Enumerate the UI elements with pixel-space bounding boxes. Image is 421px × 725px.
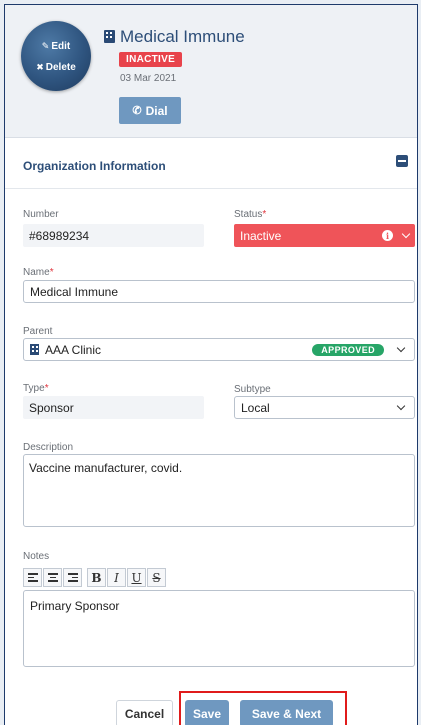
phone-icon: ✆ xyxy=(132,105,142,117)
avatar-edit-button[interactable]: ✎ Edit xyxy=(21,41,91,52)
pencil-icon: ✎ xyxy=(41,41,50,51)
required-marker: * xyxy=(44,383,49,394)
parent-select[interactable]: AAA Clinic APPROVED xyxy=(23,338,415,361)
parent-label: Parent xyxy=(23,326,53,337)
number-label: Number xyxy=(23,209,59,220)
cancel-button[interactable]: Cancel xyxy=(116,700,173,725)
status-label-text: Status xyxy=(234,209,263,220)
building-icon xyxy=(104,30,115,43)
underline-button[interactable]: U xyxy=(127,568,146,587)
description-textarea[interactable]: Vaccine manufacturer, covid. xyxy=(23,454,415,527)
number-field: #68989234 xyxy=(23,224,204,247)
type-field: Sponsor xyxy=(23,396,204,419)
type-label-text: Type xyxy=(23,383,45,394)
dial-label: Dial xyxy=(145,103,168,118)
subtype-value: Local xyxy=(241,400,270,415)
subtype-select[interactable]: Local xyxy=(234,396,415,419)
avatar-delete-label: Delete xyxy=(45,62,76,73)
organization-panel: ✎ Edit ✖ Delete Medical Immune INACTIVE 03… xyxy=(4,4,418,725)
status-value: Inactive xyxy=(240,228,282,243)
save-button[interactable]: Save xyxy=(185,700,229,725)
avatar: ✎ Edit ✖ Delete xyxy=(21,21,91,91)
name-label-text: Name xyxy=(23,267,50,278)
align-left-icon[interactable] xyxy=(23,568,42,587)
status-select[interactable]: Inactive i xyxy=(234,224,415,247)
align-right-icon[interactable] xyxy=(63,568,82,587)
building-icon xyxy=(30,344,39,355)
description-label: Description xyxy=(23,442,74,453)
info-icon: i xyxy=(382,230,393,241)
page-title: Medical Immune xyxy=(120,27,245,46)
dial-button[interactable]: ✆ Dial xyxy=(119,97,181,124)
status-badge: INACTIVE xyxy=(119,52,183,67)
notes-label: Notes xyxy=(23,551,50,562)
parent-value: AAA Clinic xyxy=(45,342,102,357)
italic-button[interactable]: I xyxy=(107,568,126,587)
chevron-down-icon xyxy=(396,401,406,411)
collapse-icon[interactable] xyxy=(396,155,408,167)
approved-badge: APPROVED xyxy=(312,343,384,356)
section-header: Organization Information xyxy=(5,139,417,189)
type-label: Type* xyxy=(23,383,49,394)
name-label: Name* xyxy=(23,267,54,278)
close-icon: ✖ xyxy=(36,62,44,72)
bold-button[interactable]: B xyxy=(87,568,106,587)
created-date: 03 Mar 2021 xyxy=(120,73,177,84)
required-marker: * xyxy=(262,209,267,220)
avatar-edit-label: Edit xyxy=(51,41,71,52)
notes-editor[interactable]: Primary Sponsor xyxy=(23,590,415,667)
section-title: Organization Information xyxy=(23,159,166,173)
organization-header: ✎ Edit ✖ Delete Medical Immune INACTIVE 03… xyxy=(5,5,417,138)
avatar-delete-button[interactable]: ✖ Delete xyxy=(21,62,91,73)
strikethrough-button[interactable]: S xyxy=(147,568,166,587)
status-label: Status* xyxy=(234,209,266,220)
save-and-next-button[interactable]: Save & Next xyxy=(240,700,333,725)
align-center-icon[interactable] xyxy=(43,568,62,587)
chevron-down-icon xyxy=(396,343,406,353)
required-marker: * xyxy=(49,267,54,278)
chevron-down-icon xyxy=(401,229,411,239)
notes-toolbar: B I U S xyxy=(23,568,167,588)
name-input[interactable]: Medical Immune xyxy=(23,280,415,303)
subtype-label: Subtype xyxy=(234,384,271,395)
